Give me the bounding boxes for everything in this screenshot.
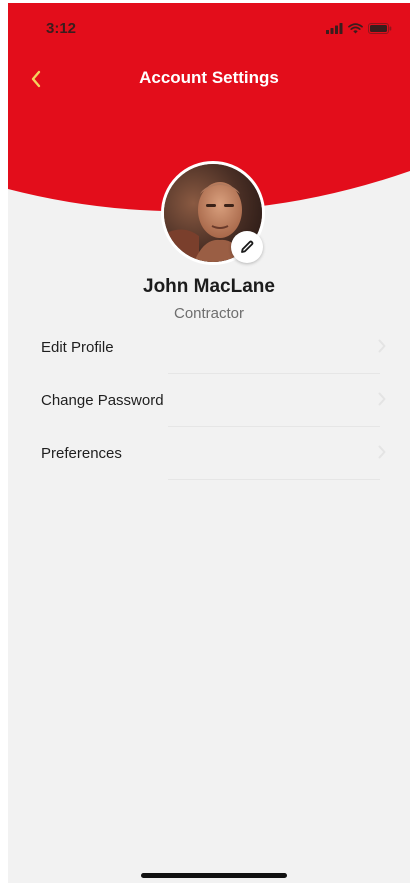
- cellular-signal-icon: [326, 23, 343, 34]
- home-indicator[interactable]: [141, 873, 287, 878]
- pencil-icon: [241, 240, 254, 253]
- status-time: 3:12: [46, 20, 77, 37]
- menu-item-label: Preferences: [41, 445, 122, 462]
- chevron-right-icon: [378, 339, 386, 353]
- app-screen: 3:12 Account Settings John MacLane Contr…: [8, 3, 410, 883]
- menu-item-preferences[interactable]: Preferences: [8, 427, 410, 480]
- status-bar: 3:12: [8, 3, 410, 53]
- menu-item-edit-profile[interactable]: Edit Profile: [8, 321, 410, 374]
- menu-item-label: Edit Profile: [41, 339, 114, 356]
- profile-name: John MacLane: [143, 276, 275, 297]
- chevron-right-icon: [378, 445, 386, 459]
- wifi-icon: [348, 23, 363, 34]
- menu-item-change-password[interactable]: Change Password: [8, 374, 410, 427]
- chevron-right-icon: [378, 392, 386, 406]
- avatar-container: [161, 161, 265, 265]
- page-title: Account Settings: [139, 68, 279, 87]
- menu-item-label: Change Password: [41, 392, 164, 409]
- settings-menu: Edit Profile Change Password Preferences: [8, 321, 410, 480]
- status-icons: [326, 23, 392, 34]
- menu-divider: [168, 479, 380, 480]
- profile-role: Contractor: [173, 305, 245, 322]
- navigation-bar: Account Settings: [8, 59, 410, 99]
- edit-avatar-button[interactable]: [231, 231, 263, 263]
- battery-icon: [368, 23, 392, 34]
